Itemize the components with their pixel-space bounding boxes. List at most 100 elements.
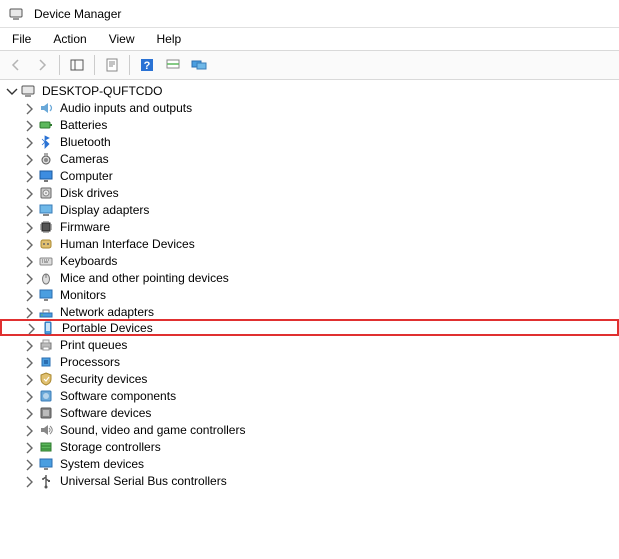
battery-icon [38, 117, 54, 133]
monitor2-icon [38, 287, 54, 303]
device-category-label: Sound, video and game controllers [58, 423, 247, 437]
chevron-right-icon[interactable] [22, 457, 36, 471]
device-category-display[interactable]: Display adapters [0, 201, 619, 218]
titlebar: Device Manager [0, 0, 619, 28]
device-category-label: Human Interface Devices [58, 237, 197, 251]
chevron-right-icon[interactable] [22, 474, 36, 488]
system-icon [38, 456, 54, 472]
chevron-right-icon[interactable] [22, 186, 36, 200]
device-category-network[interactable]: Network adapters [0, 303, 619, 320]
device-category-software[interactable]: Software components [0, 387, 619, 404]
portable-icon [40, 320, 56, 336]
menu-view[interactable]: View [99, 30, 145, 48]
device-category-printer[interactable]: Print queues [0, 336, 619, 353]
device-category-label: System devices [58, 457, 146, 471]
device-category-label: Portable Devices [60, 321, 155, 335]
device-category-audio[interactable]: Audio inputs and outputs [0, 99, 619, 116]
toolbar-separator [129, 55, 130, 75]
device-category-label: Universal Serial Bus controllers [58, 474, 229, 488]
device-category-monitor[interactable]: Computer [0, 167, 619, 184]
device-category-label: Audio inputs and outputs [58, 101, 194, 115]
chevron-right-icon[interactable] [22, 288, 36, 302]
chevron-right-icon[interactable] [22, 271, 36, 285]
device-category-hid[interactable]: Human Interface Devices [0, 235, 619, 252]
keyboard-icon [38, 253, 54, 269]
chevron-right-icon[interactable] [22, 135, 36, 149]
security-icon [38, 371, 54, 387]
toolbar-separator [94, 55, 95, 75]
device-category-label: Mice and other pointing devices [58, 271, 231, 285]
device-tree-pane: DESKTOP-QUFTCDOAudio inputs and outputsB… [0, 80, 619, 559]
chevron-right-icon[interactable] [22, 389, 36, 403]
software-icon [38, 388, 54, 404]
audio-icon [38, 100, 54, 116]
disk-icon [38, 185, 54, 201]
nav-back-button[interactable] [4, 53, 28, 77]
device-category-label: Bluetooth [58, 135, 113, 149]
device-category-label: Monitors [58, 288, 108, 302]
chevron-right-icon[interactable] [22, 101, 36, 115]
bluetooth-icon [38, 134, 54, 150]
chevron-right-icon[interactable] [22, 152, 36, 166]
chevron-right-icon[interactable] [22, 305, 36, 319]
chevron-right-icon[interactable] [22, 355, 36, 369]
device-category-label: Cameras [58, 152, 111, 166]
chevron-right-icon[interactable] [22, 338, 36, 352]
device-category-label: Display adapters [58, 203, 151, 217]
device-category-label: Keyboards [58, 254, 119, 268]
chevron-down-icon[interactable] [4, 84, 18, 98]
chevron-right-icon[interactable] [22, 406, 36, 420]
device-category-disk[interactable]: Disk drives [0, 184, 619, 201]
device-category-label: Print queues [58, 338, 129, 352]
device-category-software2[interactable]: Software devices [0, 404, 619, 421]
device-category-camera[interactable]: Cameras [0, 150, 619, 167]
view-devices-button[interactable] [187, 53, 211, 77]
device-category-cpu[interactable]: Processors [0, 353, 619, 370]
device-category-sound[interactable]: Sound, video and game controllers [0, 421, 619, 438]
chevron-right-icon[interactable] [24, 321, 38, 335]
printer-icon [38, 337, 54, 353]
computer-name-label: DESKTOP-QUFTCDO [40, 84, 164, 98]
chevron-right-icon[interactable] [22, 169, 36, 183]
chip-icon [38, 219, 54, 235]
device-category-label: Firmware [58, 220, 112, 234]
device-category-chip[interactable]: Firmware [0, 218, 619, 235]
chevron-right-icon[interactable] [22, 423, 36, 437]
chevron-right-icon[interactable] [22, 440, 36, 454]
device-category-label: Software components [58, 389, 178, 403]
nav-forward-button[interactable] [30, 53, 54, 77]
sound-icon [38, 422, 54, 438]
window-title: Device Manager [34, 7, 121, 21]
device-category-keyboard[interactable]: Keyboards [0, 252, 619, 269]
monitor-icon [38, 168, 54, 184]
properties-button[interactable] [100, 53, 124, 77]
menu-help[interactable]: Help [147, 30, 192, 48]
tree-root-node[interactable]: DESKTOP-QUFTCDO [0, 82, 619, 99]
device-category-system[interactable]: System devices [0, 455, 619, 472]
chevron-right-icon[interactable] [22, 203, 36, 217]
display-icon [38, 202, 54, 218]
toolbar [0, 50, 619, 80]
chevron-right-icon[interactable] [22, 118, 36, 132]
device-category-security[interactable]: Security devices [0, 370, 619, 387]
device-category-bluetooth[interactable]: Bluetooth [0, 133, 619, 150]
help-button[interactable] [135, 53, 159, 77]
menu-action[interactable]: Action [43, 30, 96, 48]
device-category-mouse[interactable]: Mice and other pointing devices [0, 269, 619, 286]
chevron-right-icon[interactable] [22, 254, 36, 268]
device-category-storage[interactable]: Storage controllers [0, 438, 619, 455]
hid-icon [38, 236, 54, 252]
device-category-portable[interactable]: Portable Devices [0, 319, 619, 336]
device-category-usb[interactable]: Universal Serial Bus controllers [0, 472, 619, 489]
device-category-label: Computer [58, 169, 115, 183]
scan-hardware-button[interactable] [161, 53, 185, 77]
device-category-monitor2[interactable]: Monitors [0, 286, 619, 303]
computer-icon [20, 83, 36, 99]
menu-file[interactable]: File [2, 30, 41, 48]
chevron-right-icon[interactable] [22, 372, 36, 386]
chevron-right-icon[interactable] [22, 220, 36, 234]
camera-icon [38, 151, 54, 167]
device-category-battery[interactable]: Batteries [0, 116, 619, 133]
show-hide-tree-button[interactable] [65, 53, 89, 77]
chevron-right-icon[interactable] [22, 237, 36, 251]
